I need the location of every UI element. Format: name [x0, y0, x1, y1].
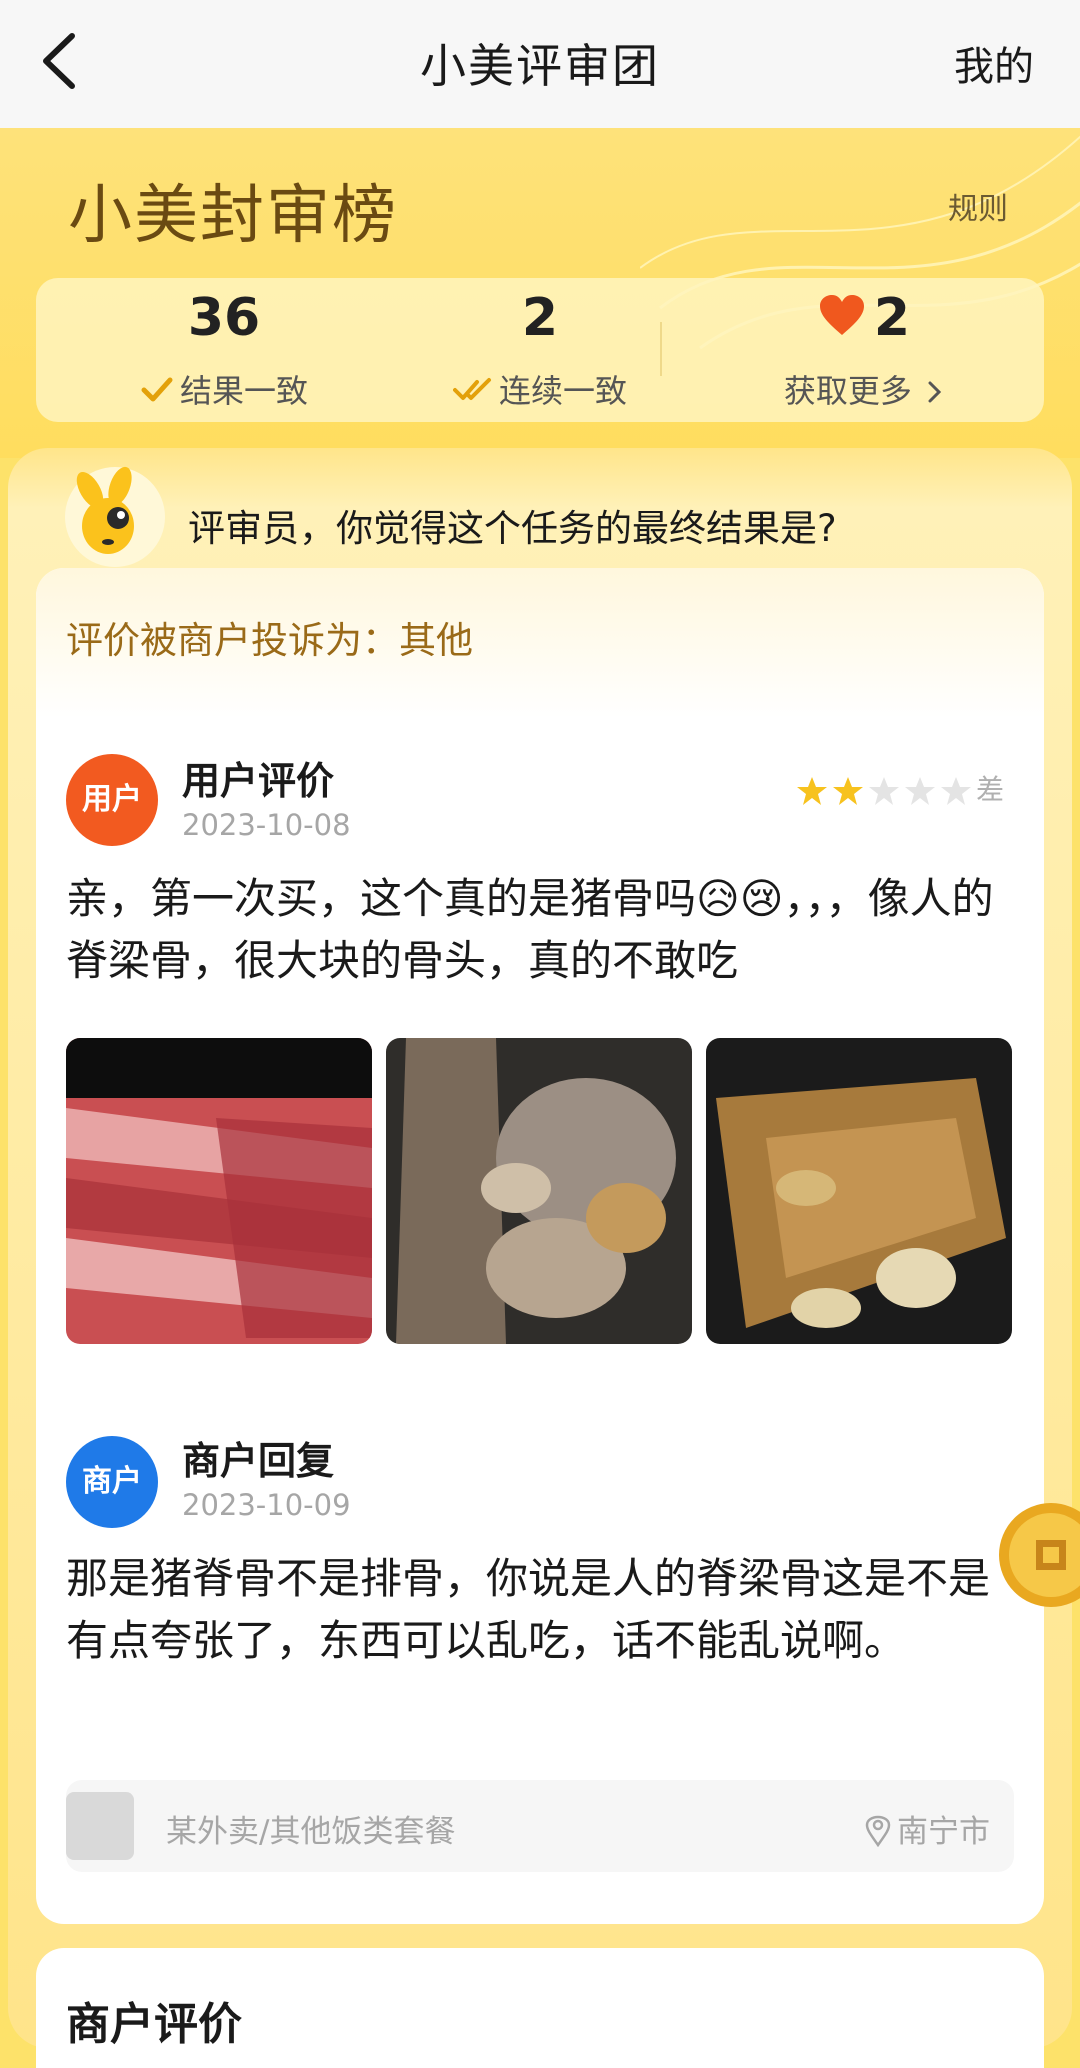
cooked-bone-image [386, 1038, 692, 1344]
star-filled-icon [832, 777, 863, 805]
cooked-spine-image [706, 1038, 1012, 1344]
stat-consistent-label: 结果一致 [56, 366, 392, 412]
check-icon [141, 377, 173, 402]
complaint-type: 评价被商户投诉为：其他 [66, 619, 473, 662]
rules-link[interactable]: 规则 [948, 184, 1008, 228]
user-review-text: 亲，第一次买，这个真的是猪骨吗😥😢，，，像人的脊梁骨，很大块的骨头，真的不敢吃 [66, 874, 994, 985]
coin-float-button[interactable] [996, 1500, 1080, 1610]
stat-streak: 2 连续一致 [372, 278, 708, 422]
heart-icon [819, 295, 864, 335]
review-card: 评价被商户投诉为：其他 用户 用户评价 2023-10-08 差 亲，第一次买，… [36, 568, 1044, 1924]
stat-hearts[interactable]: 2 获取更多 [696, 278, 1032, 422]
merchant-reply-text: 那是猪脊骨不是排骨，你说是人的脊梁骨这是不是有点夸张了，东西可以乱吃，话不能乱说… [66, 1554, 991, 1665]
stat-hearts-value: 2 [696, 288, 1032, 348]
merchant-reply-title: 商户回复 [182, 1439, 335, 1483]
stat-consistent-value: 36 [187, 288, 261, 348]
next-section-card: 商户评价 [36, 1948, 1044, 2068]
merchant-reply-date: 2023-10-09 [182, 1488, 351, 1522]
store-location: 南宁市 [865, 1806, 990, 1851]
star-empty-icon [940, 777, 971, 805]
chevron-right-icon [928, 381, 942, 403]
next-section-title: 商户评价 [66, 1999, 242, 2050]
double-check-icon [452, 378, 491, 400]
my-link[interactable]: 我的 [954, 34, 1034, 92]
review-photo-1[interactable] [66, 1038, 372, 1344]
stat-streak-value: 2 [521, 288, 559, 348]
hero-banner: 小美封审榜 规则 36 结果一致 2 连续一致 2 获取更多 [0, 128, 1080, 458]
review-photo-3[interactable] [706, 1038, 1012, 1344]
top-bar: 小美评审团 我的 [0, 0, 1080, 129]
star-empty-icon [868, 777, 899, 805]
merchant-avatar: 商户 [66, 1436, 158, 1528]
question-text: 评审员，你觉得这个任务的最终结果是? [188, 507, 837, 550]
stat-streak-label: 连续一致 [372, 366, 708, 412]
review-photo-2[interactable] [386, 1038, 692, 1344]
user-review-date: 2023-10-08 [182, 808, 351, 842]
mascot-icon [65, 466, 165, 567]
rating-label: 差 [975, 773, 1004, 806]
user-avatar: 用户 [66, 754, 158, 846]
page-title: 小美评审团 [420, 39, 660, 93]
get-more-link[interactable]: 获取更多 [696, 366, 1032, 412]
store-info-bar[interactable]: 某外卖/其他饭类套餐 南宁市 [66, 1780, 1014, 1872]
user-review-title: 用户评价 [182, 759, 335, 803]
star-empty-icon [904, 777, 935, 805]
leaderboard-title: 小美封审榜 [68, 179, 398, 253]
stat-consistent: 36 结果一致 [56, 278, 392, 422]
raw-ribs-image [66, 1038, 372, 1344]
task-panel: 评审员，你觉得这个任务的最终结果是? 评价被商户投诉为：其他 用户 用户评价 2… [8, 448, 1072, 2048]
stats-panel: 36 结果一致 2 连续一致 2 获取更多 [36, 278, 1044, 422]
store-thumbnail [66, 1792, 134, 1860]
location-pin-icon [865, 1815, 891, 1848]
store-category: 某外卖/其他饭类套餐 [166, 1814, 456, 1850]
stat-divider [660, 322, 662, 376]
star-filled-icon [796, 777, 827, 805]
star-rating: 差 [796, 768, 1004, 808]
